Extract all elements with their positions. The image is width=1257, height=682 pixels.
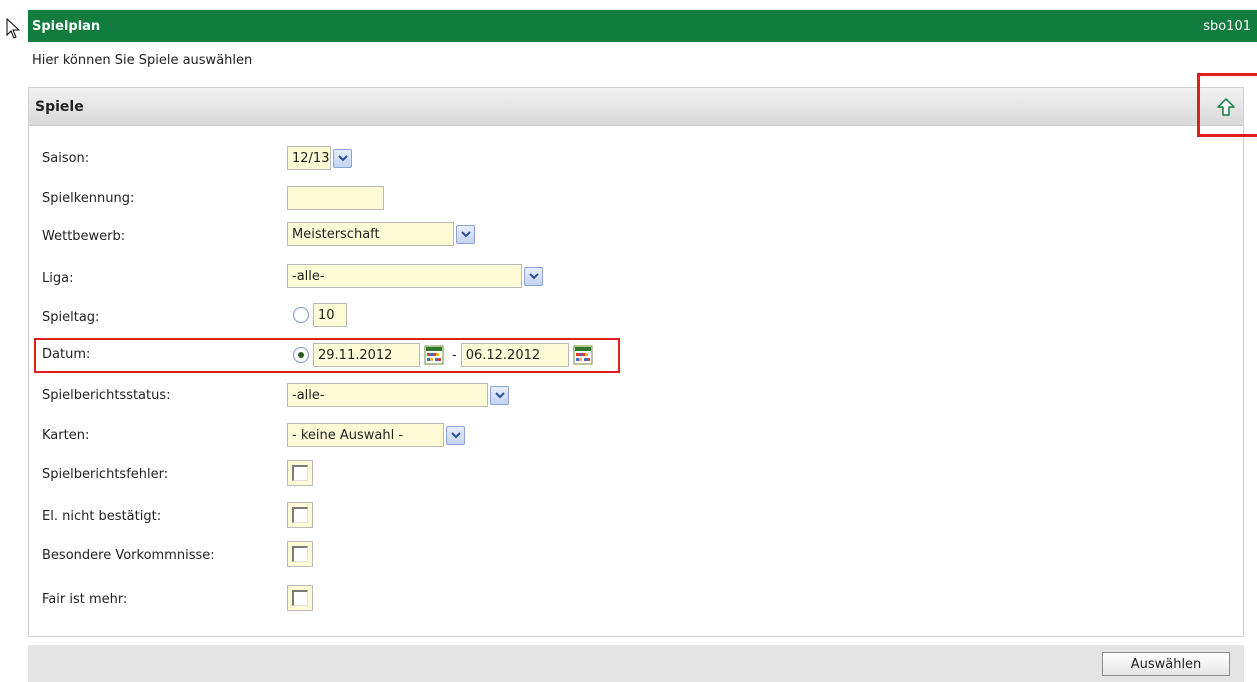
checkbox-icon[interactable] [287, 585, 313, 611]
page-title: Spielplan [32, 18, 101, 34]
karten-label: Karten: [42, 428, 90, 443]
liga-select[interactable]: -alle- [287, 264, 543, 288]
calendar-icon[interactable] [424, 345, 444, 365]
el-nicht-bestaetigt-label: El. nicht bestätigt: [42, 509, 162, 524]
chevron-down-icon[interactable] [456, 224, 475, 244]
spielkennung-field[interactable] [287, 186, 384, 210]
wettbewerb-select[interactable]: Meisterschaft [287, 222, 475, 246]
spielkennung-label: Spielkennung: [42, 191, 135, 206]
datum-radio[interactable] [293, 347, 309, 363]
el-nicht-bestaetigt-checkbox[interactable] [287, 502, 313, 528]
spielberichtsstatus-value: -alle- [287, 383, 488, 407]
karten-select[interactable]: - keine Auswahl - [287, 423, 465, 447]
wettbewerb-value: Meisterschaft [287, 222, 454, 246]
spieltag-field: 10 [287, 303, 347, 327]
chevron-down-icon[interactable] [333, 148, 352, 168]
highlight-frame [1197, 73, 1257, 137]
mouse-cursor-icon [6, 18, 21, 39]
fair-ist-mehr-label: Fair ist mehr: [42, 592, 128, 607]
auswaehlen-button[interactable]: Auswählen [1102, 652, 1230, 676]
saison-value: 12/13 [287, 146, 331, 170]
spielkennung-input[interactable] [287, 186, 384, 210]
chevron-down-icon[interactable] [446, 425, 465, 445]
checkbox-icon[interactable] [287, 541, 313, 567]
calendar-icon[interactable] [573, 345, 593, 365]
spielberichtsfehler-label: Spielberichtsfehler: [42, 467, 169, 482]
saison-label: Saison: [42, 151, 90, 166]
spieltag-input[interactable]: 10 [313, 303, 347, 327]
spielberichtsstatus-label: Spielberichtsstatus: [42, 388, 171, 403]
chevron-down-icon[interactable] [524, 266, 543, 286]
datum-field: 29.11.2012 - 06.12.2012 [287, 343, 597, 367]
wettbewerb-label: Wettbewerb: [42, 229, 126, 244]
panel-header: Spiele [29, 88, 1243, 126]
chevron-down-icon[interactable] [490, 385, 509, 405]
checkbox-icon[interactable] [287, 502, 313, 528]
spieltag-label: Spieltag: [42, 310, 100, 325]
datum-separator: - [452, 347, 457, 363]
datum-from-input[interactable]: 29.11.2012 [313, 343, 420, 367]
checkbox-icon[interactable] [287, 460, 313, 486]
fair-ist-mehr-checkbox[interactable] [287, 585, 313, 611]
datum-label: Datum: [42, 347, 91, 362]
spieltag-radio[interactable] [293, 307, 309, 323]
saison-select[interactable]: 12/13 [287, 146, 352, 170]
spielberichtsfehler-checkbox[interactable] [287, 460, 313, 486]
liga-value: -alle- [287, 264, 522, 288]
besondere-vorkommnisse-checkbox[interactable] [287, 541, 313, 567]
page-header: Spielplan sbo101 [28, 10, 1257, 42]
footer-bar [28, 645, 1244, 682]
besondere-vorkommnisse-label: Besondere Vorkommnisse: [42, 548, 215, 563]
karten-value: - keine Auswahl - [287, 423, 444, 447]
panel-title: Spiele [35, 98, 84, 115]
spielberichtsstatus-select[interactable]: -alle- [287, 383, 509, 407]
datum-to-input[interactable]: 06.12.2012 [460, 343, 569, 367]
user-id: sbo101 [1203, 18, 1251, 34]
liga-label: Liga: [42, 271, 74, 286]
intro-text: Hier können Sie Spiele auswählen [32, 53, 253, 68]
